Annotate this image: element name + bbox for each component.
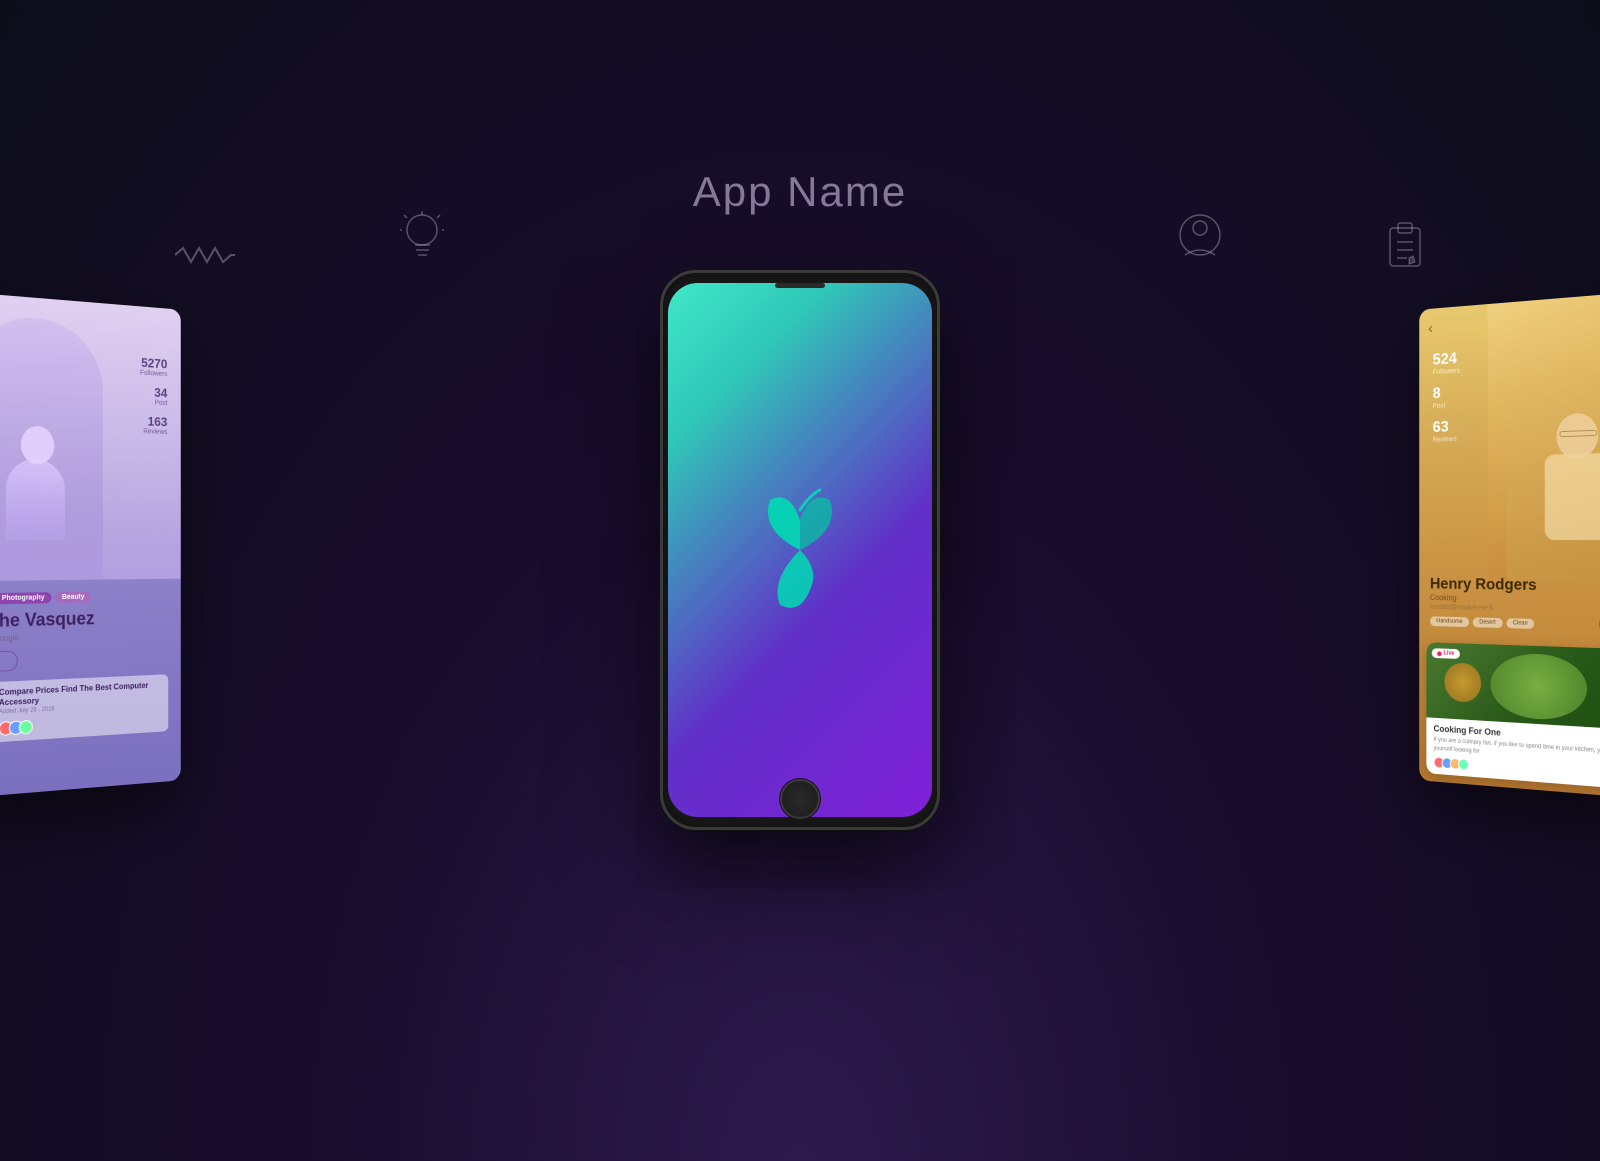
product-card: K-POP Compare Prices Find The Best Compu… — [0, 674, 168, 745]
profile-stats: 5270 Followers 34 Post 163 Reviews — [140, 355, 167, 444]
post-label: Post — [140, 399, 167, 407]
person-head — [21, 425, 54, 464]
henry-tags: Handsome Desert Clean — [1430, 616, 1600, 632]
tag-beauty: Beauty — [55, 592, 91, 604]
henry-stats: 524 Followers 8 Post 63 Reviews — [1433, 350, 1460, 453]
tag-handsome: Handsome — [1430, 616, 1469, 627]
phone-screen — [668, 283, 932, 817]
reviews-label: Reviews — [140, 428, 167, 436]
cooking-av-4 — [1458, 758, 1469, 771]
wave-icon — [175, 240, 235, 275]
follow-button[interactable]: Follow — [0, 651, 18, 674]
tag-desert: Desert — [1473, 617, 1503, 628]
cooking-card-image: Live — [1426, 642, 1600, 731]
cooking-card-content: Cooking For One If you are a culinary fa… — [1426, 718, 1600, 792]
followers-count: 5270 — [140, 355, 167, 371]
henry-post-label: Post — [1433, 402, 1460, 410]
phone-body — [660, 270, 940, 830]
profile-tags: Fashion Photography Beauty — [0, 590, 168, 605]
center-phone — [660, 270, 940, 830]
clipboard-icon — [1385, 220, 1425, 275]
gradient-overlay — [0, 477, 181, 581]
henry-info: Henry Rodgers Cooking contact@market-me.… — [1419, 576, 1600, 639]
screen-profile-henry: ‹ 524 Followers 8 Post 63 Reviews Henry … — [1419, 289, 1600, 800]
product-avatars — [0, 712, 163, 736]
henry-reviews-count: 63 — [1433, 418, 1460, 437]
followers-label: Followers — [140, 370, 167, 378]
live-dot — [1437, 651, 1442, 656]
avatar-3 — [19, 720, 33, 735]
henry-reviews-label: Reviews — [1433, 436, 1460, 444]
henry-photo — [1488, 289, 1600, 581]
tag-photography: Photography — [0, 592, 51, 604]
henry-followers-label: Followers — [1433, 368, 1460, 376]
back-button[interactable]: ‹ — [1428, 320, 1433, 338]
live-label: Live — [1443, 651, 1454, 657]
screens-container: Linnie Ramsey 221-067-4004 — [200, 290, 1400, 870]
post-count: 34 — [140, 384, 167, 400]
reviews-count: 163 — [140, 414, 167, 430]
henry-post-count: 8 — [1433, 384, 1460, 403]
live-badge: Live — [1432, 648, 1460, 659]
home-button[interactable] — [780, 779, 820, 819]
app-title: App Name — [693, 168, 907, 216]
profile-role: Designer at Google — [0, 629, 168, 645]
person-location-icon — [1175, 210, 1225, 270]
screen-profile-blanche: ‹ 5270 Followers 34 Post 163 Reviews Fas… — [0, 289, 181, 800]
bulb-icon — [400, 210, 445, 270]
phone-speaker — [775, 283, 825, 288]
profile-info: Fashion Photography Beauty Blanche Vasqu… — [0, 579, 181, 759]
henry-email: contact@market-me.fi — [1430, 604, 1600, 616]
tag-clean: Clean — [1506, 618, 1534, 629]
cooking-card: Live Cooking For One If you are a culina… — [1426, 642, 1600, 791]
henry-followers-count: 524 — [1433, 350, 1460, 369]
app-logo — [740, 480, 860, 620]
